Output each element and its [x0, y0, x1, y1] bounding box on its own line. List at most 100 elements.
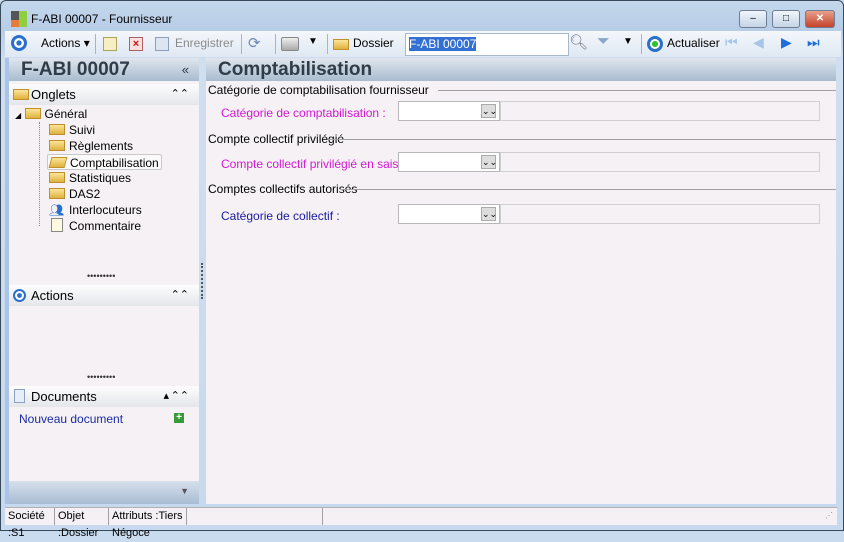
refresh-icon: [647, 36, 663, 52]
status-object: Objet :Dossier: [55, 508, 109, 539]
folder-icon: [13, 89, 29, 100]
collapse-icon[interactable]: ⌃⌃: [171, 84, 189, 105]
splitter-handle[interactable]: •••••••••: [87, 372, 115, 382]
tree-item-reglements[interactable]: Règlements: [49, 138, 133, 154]
search-icon[interactable]: 🔍︎: [569, 33, 588, 51]
page-title: Comptabilisation: [206, 58, 836, 81]
field-label: Catégorie de collectif :: [221, 209, 340, 223]
app-icon: [11, 11, 27, 27]
collapse-up-icon[interactable]: ▴: [163, 386, 169, 407]
field-label: Compte collectif privilégié en saisie :: [221, 157, 415, 171]
tree-item-das2[interactable]: DAS2: [49, 186, 100, 202]
preferred-account-select[interactable]: ⌄⌄: [398, 152, 500, 172]
documents-header-label: Documents: [31, 389, 97, 404]
panel-overflow-bar[interactable]: ▼: [9, 481, 199, 504]
actions-icon: [11, 35, 27, 51]
tree-item-label: Commentaire: [69, 219, 142, 233]
maximize-button[interactable]: □: [772, 10, 800, 28]
accounting-category-select[interactable]: ⌄⌄: [398, 101, 500, 121]
collapse-icon[interactable]: ⌃⌃: [171, 386, 189, 407]
divider: [328, 139, 836, 140]
tree-root-label: Général: [44, 107, 88, 121]
tree-item-label: Statistiques: [69, 171, 132, 185]
note-icon: [51, 218, 63, 232]
separator: [275, 34, 276, 54]
tree-item-label: Règlements: [69, 139, 134, 153]
separator: [641, 34, 642, 54]
sync-icon[interactable]: ⟳: [248, 34, 261, 52]
add-document-icon[interactable]: +: [174, 413, 184, 423]
status-attributes: Attributs :Tiers Négoce: [109, 508, 187, 539]
save-button[interactable]: Enregistrer: [175, 36, 234, 50]
delete-icon[interactable]: ×: [129, 37, 143, 51]
tree-item-statistiques[interactable]: Statistiques: [49, 170, 131, 186]
tree-item-general[interactable]: ◢ Général: [15, 106, 87, 122]
status-bar: Société :S1 Objet :Dossier Attributs :Ti…: [5, 507, 837, 539]
toolbar: Actions ▾ × Enregistrer ⟳ ▼ Dossier F-AB…: [5, 31, 841, 57]
first-record-icon[interactable]: ⏮: [725, 34, 738, 51]
group-title: Comptes collectifs autorisés: [208, 182, 358, 196]
tree-item-comptabilisation[interactable]: Comptabilisation: [47, 154, 162, 170]
filter-icon[interactable]: ⏷: [597, 33, 610, 51]
tree-lines: [39, 122, 40, 226]
tree-item-commentaire[interactable]: Commentaire: [49, 218, 141, 234]
actions-section-header[interactable]: Actions ⌃⌃: [9, 285, 199, 306]
filter-dropdown-icon[interactable]: ▼: [623, 36, 633, 47]
tree-item-label: DAS2: [69, 187, 101, 201]
window: F-ABI 00007 - Fournisseur ‒ □ ✕ Actions …: [0, 0, 844, 539]
tree-item-label: Suivi: [69, 123, 96, 137]
vertical-splitter[interactable]: [201, 263, 203, 299]
tree-item-suivi[interactable]: Suivi: [49, 122, 95, 138]
contacts-icon: 👥︎: [49, 203, 65, 217]
collapse-icon[interactable]: ⌃⌃: [171, 285, 189, 306]
document-icon: [14, 389, 25, 403]
divider: [438, 90, 836, 91]
print-dropdown-icon[interactable]: ▼: [308, 36, 318, 47]
new-document-link[interactable]: Nouveau document: [19, 412, 123, 426]
next-record-icon[interactable]: ▶: [781, 34, 792, 51]
minimize-button[interactable]: ‒: [739, 10, 767, 28]
status-empty: [187, 508, 323, 525]
collective-category-select[interactable]: ⌄⌄: [398, 204, 500, 224]
separator: [95, 34, 96, 54]
close-button[interactable]: ✕: [805, 10, 835, 28]
splitter-handle[interactable]: •••••••••: [87, 271, 115, 281]
record-title: F-ABI 00007 «: [9, 58, 199, 81]
documents-section-header[interactable]: Documents ▴ ⌃⌃: [9, 386, 199, 407]
actions-label: Actions: [41, 36, 81, 50]
search-input[interactable]: F-ABI 00007: [405, 33, 569, 56]
refresh-button[interactable]: Actualiser: [667, 36, 720, 50]
tabs-section-header[interactable]: Onglets ⌃⌃: [9, 84, 199, 105]
actions-icon: [13, 289, 26, 302]
accounting-category-description: [500, 101, 820, 121]
dropdown-icon[interactable]: ⌄⌄: [481, 155, 497, 169]
collective-category-description: [500, 204, 820, 224]
separator: [241, 34, 242, 54]
folder-icon: [333, 38, 353, 52]
new-icon[interactable]: [103, 37, 117, 51]
search-value: F-ABI 00007: [409, 37, 477, 51]
last-record-icon[interactable]: ⏭: [807, 34, 820, 51]
group-title: Compte collectif privilégié: [208, 132, 345, 146]
print-icon[interactable]: [281, 37, 299, 51]
tree-item-label: Comptabilisation: [70, 156, 159, 170]
dropdown-icon[interactable]: ⌄⌄: [481, 207, 497, 221]
chevron-down-icon[interactable]: ▼: [180, 486, 189, 496]
separator: [327, 34, 328, 54]
record-title-text: F-ABI 00007: [21, 59, 130, 80]
preferred-account-description: [500, 152, 820, 172]
tabs-header-label: Onglets: [31, 87, 76, 102]
left-panel: F-ABI 00007 « Onglets ⌃⌃ ◢ Général Suivi R…: [9, 58, 199, 504]
save-icon: [155, 37, 169, 51]
dropdown-icon[interactable]: ⌄⌄: [481, 104, 497, 118]
divider: [340, 189, 836, 190]
main-panel: Comptabilisation Catégorie de comptabili…: [206, 58, 836, 504]
tree-item-interlocuteurs[interactable]: 👥︎ Interlocuteurs: [49, 202, 142, 218]
window-title: F-ABI 00007 - Fournisseur: [31, 12, 173, 26]
actions-menu[interactable]: Actions ▾: [41, 36, 90, 50]
collapse-panel-button[interactable]: «: [182, 58, 189, 81]
tree-item-label: Interlocuteurs: [69, 203, 142, 217]
previous-record-icon[interactable]: ◀: [753, 34, 764, 51]
folder-button[interactable]: Dossier: [353, 36, 394, 50]
resize-grip[interactable]: ⋰: [825, 511, 833, 520]
